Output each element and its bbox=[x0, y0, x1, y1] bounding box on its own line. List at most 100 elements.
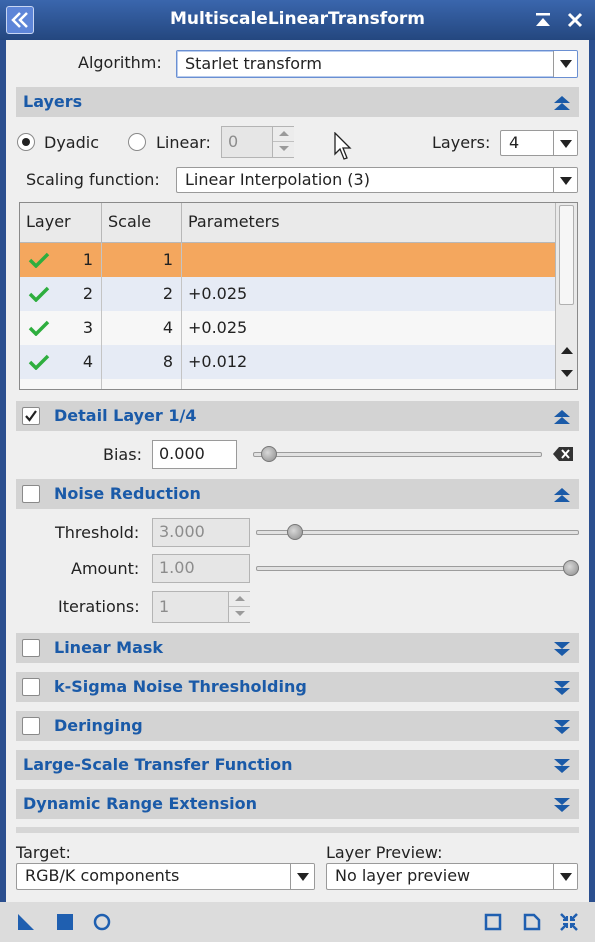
table-row[interactable]: 5 16 bbox=[20, 379, 555, 389]
linear-mask-section-header[interactable]: Linear Mask bbox=[16, 633, 579, 663]
layer-preview-value: No layer preview bbox=[335, 866, 471, 885]
spin-up-icon[interactable] bbox=[273, 127, 294, 142]
process-panel: Algorithm: Starlet transform Layers Dyad… bbox=[6, 40, 589, 902]
linear-label: Linear: bbox=[156, 133, 211, 152]
collapse-arrows-icon[interactable] bbox=[559, 912, 579, 932]
parameters-cell bbox=[182, 243, 555, 277]
linear-mask-checkbox[interactable] bbox=[22, 639, 40, 657]
deringing-section-header[interactable]: Deringing bbox=[16, 711, 579, 741]
expand-down-icon[interactable] bbox=[553, 758, 571, 774]
scale-cell: 1 bbox=[102, 243, 182, 277]
iterations-spinner[interactable] bbox=[228, 592, 250, 622]
bottom-toolbar bbox=[0, 902, 595, 942]
chevron-down-icon[interactable] bbox=[553, 864, 577, 889]
algorithm-combo[interactable]: Starlet transform bbox=[176, 50, 578, 78]
table-row[interactable]: 4 8 +0.012 bbox=[20, 345, 555, 379]
parameters-cell: +0.025 bbox=[188, 284, 248, 303]
noise-reduction-section-header[interactable]: Noise Reduction bbox=[16, 479, 579, 509]
threshold-input[interactable]: 3.000 bbox=[152, 518, 250, 547]
layer-preview-combo[interactable]: No layer preview bbox=[326, 863, 578, 890]
expand-down-icon[interactable] bbox=[553, 680, 571, 696]
bias-label: Bias: bbox=[103, 445, 142, 464]
deringing-checkbox[interactable] bbox=[22, 717, 40, 735]
target-value: RGB/K components bbox=[25, 866, 180, 885]
ksigma-section-title: k-Sigma Noise Thresholding bbox=[54, 677, 307, 696]
layer-preview-label: Layer Preview: bbox=[326, 843, 443, 862]
layer-cell: 2 bbox=[20, 277, 102, 311]
apply-global-square-icon[interactable] bbox=[55, 912, 75, 932]
noise-reduction-checkbox[interactable] bbox=[22, 485, 40, 503]
layer-cell: 1 bbox=[20, 243, 102, 277]
amount-slider[interactable] bbox=[256, 566, 579, 571]
browse-documentation-icon[interactable] bbox=[483, 912, 503, 932]
scale-cell: 2 bbox=[102, 277, 182, 311]
spin-down-icon[interactable] bbox=[273, 142, 294, 157]
table-row[interactable]: 2 2 +0.025 bbox=[20, 277, 555, 311]
detail-layer-section-header[interactable]: Detail Layer 1/4 bbox=[16, 401, 579, 431]
real-time-preview-circle-icon[interactable] bbox=[92, 912, 112, 932]
ksigma-section-header[interactable]: k-Sigma Noise Thresholding bbox=[16, 672, 579, 702]
table-scrollbar[interactable] bbox=[555, 203, 577, 389]
amount-value: 1.00 bbox=[159, 558, 195, 577]
detail-layer-checkbox[interactable] bbox=[22, 407, 40, 425]
layers-section-header[interactable]: Layers bbox=[16, 87, 579, 117]
chevron-down-icon[interactable] bbox=[553, 168, 577, 192]
dynamic-range-section-title: Dynamic Range Extension bbox=[23, 794, 258, 813]
new-instance-triangle-icon[interactable] bbox=[16, 912, 36, 932]
spin-up-icon[interactable] bbox=[229, 592, 250, 607]
title-bar[interactable]: MultiscaleLinearTransform bbox=[0, 0, 595, 40]
target-combo[interactable]: RGB/K components bbox=[16, 863, 315, 890]
algorithm-value: Starlet transform bbox=[185, 54, 322, 73]
column-header-layer[interactable]: Layer bbox=[20, 203, 102, 243]
dyadic-radio[interactable] bbox=[17, 133, 35, 151]
linear-radio[interactable] bbox=[128, 133, 146, 151]
layer-cell: 4 bbox=[20, 345, 102, 379]
parameters-cell: +0.025 bbox=[188, 318, 248, 337]
column-header-scale[interactable]: Scale bbox=[102, 203, 182, 243]
layer-cell: 3 bbox=[20, 311, 102, 345]
amount-input[interactable]: 1.00 bbox=[152, 554, 250, 583]
layers-count-combo[interactable]: 4 bbox=[500, 130, 578, 156]
amount-slider-knob[interactable] bbox=[563, 560, 579, 576]
layers-section-title: Layers bbox=[23, 92, 83, 111]
chevron-down-icon[interactable] bbox=[553, 131, 577, 155]
reset-document-icon[interactable] bbox=[522, 912, 542, 932]
column-header-parameters[interactable]: Parameters bbox=[182, 203, 555, 243]
shade-icon[interactable] bbox=[533, 10, 553, 30]
scrollbar-thumb[interactable] bbox=[559, 205, 574, 305]
reset-clear-icon[interactable] bbox=[552, 446, 574, 462]
linear-mask-section-title: Linear Mask bbox=[54, 638, 164, 657]
bias-slider-knob[interactable] bbox=[261, 446, 278, 462]
ksigma-checkbox[interactable] bbox=[22, 678, 40, 696]
bias-input[interactable]: 0.000 bbox=[152, 440, 237, 469]
collapse-up-icon[interactable] bbox=[553, 487, 571, 503]
collapse-up-icon[interactable] bbox=[553, 409, 571, 425]
layers-table[interactable]: Layer Scale Parameters 1 1 2 2 +0.025 3 … bbox=[19, 202, 578, 390]
checkbox-check-icon bbox=[25, 410, 37, 422]
chevron-down-icon[interactable] bbox=[290, 864, 314, 889]
layer-cell: 5 bbox=[20, 379, 102, 389]
large-scale-section-header[interactable]: Large-Scale Transfer Function bbox=[16, 750, 579, 780]
linear-spinner[interactable] bbox=[272, 127, 294, 157]
expand-down-icon[interactable] bbox=[553, 641, 571, 657]
algorithm-label: Algorithm: bbox=[78, 53, 162, 72]
bias-value: 0.000 bbox=[159, 444, 205, 463]
scaling-function-combo[interactable]: Linear Interpolation (3) bbox=[176, 167, 578, 193]
threshold-slider[interactable] bbox=[256, 530, 579, 535]
layers-count-value: 4 bbox=[509, 133, 520, 152]
expand-down-icon[interactable] bbox=[553, 797, 571, 813]
table-row[interactable]: 3 4 +0.025 bbox=[20, 311, 555, 345]
spin-down-icon[interactable] bbox=[229, 607, 250, 622]
bias-slider[interactable] bbox=[253, 452, 542, 457]
chevron-down-icon[interactable] bbox=[553, 51, 577, 77]
layers-count-label: Layers: bbox=[432, 133, 491, 152]
expand-down-icon[interactable] bbox=[553, 719, 571, 735]
target-label: Target: bbox=[16, 843, 71, 862]
table-row[interactable]: 1 1 bbox=[20, 243, 555, 277]
collapse-up-icon[interactable] bbox=[553, 95, 571, 111]
scroll-down-icon[interactable] bbox=[560, 369, 574, 379]
dynamic-range-section-header[interactable]: Dynamic Range Extension bbox=[16, 789, 579, 819]
close-icon[interactable] bbox=[565, 10, 585, 30]
scroll-up-icon[interactable] bbox=[560, 345, 574, 355]
threshold-slider-knob[interactable] bbox=[286, 524, 303, 540]
